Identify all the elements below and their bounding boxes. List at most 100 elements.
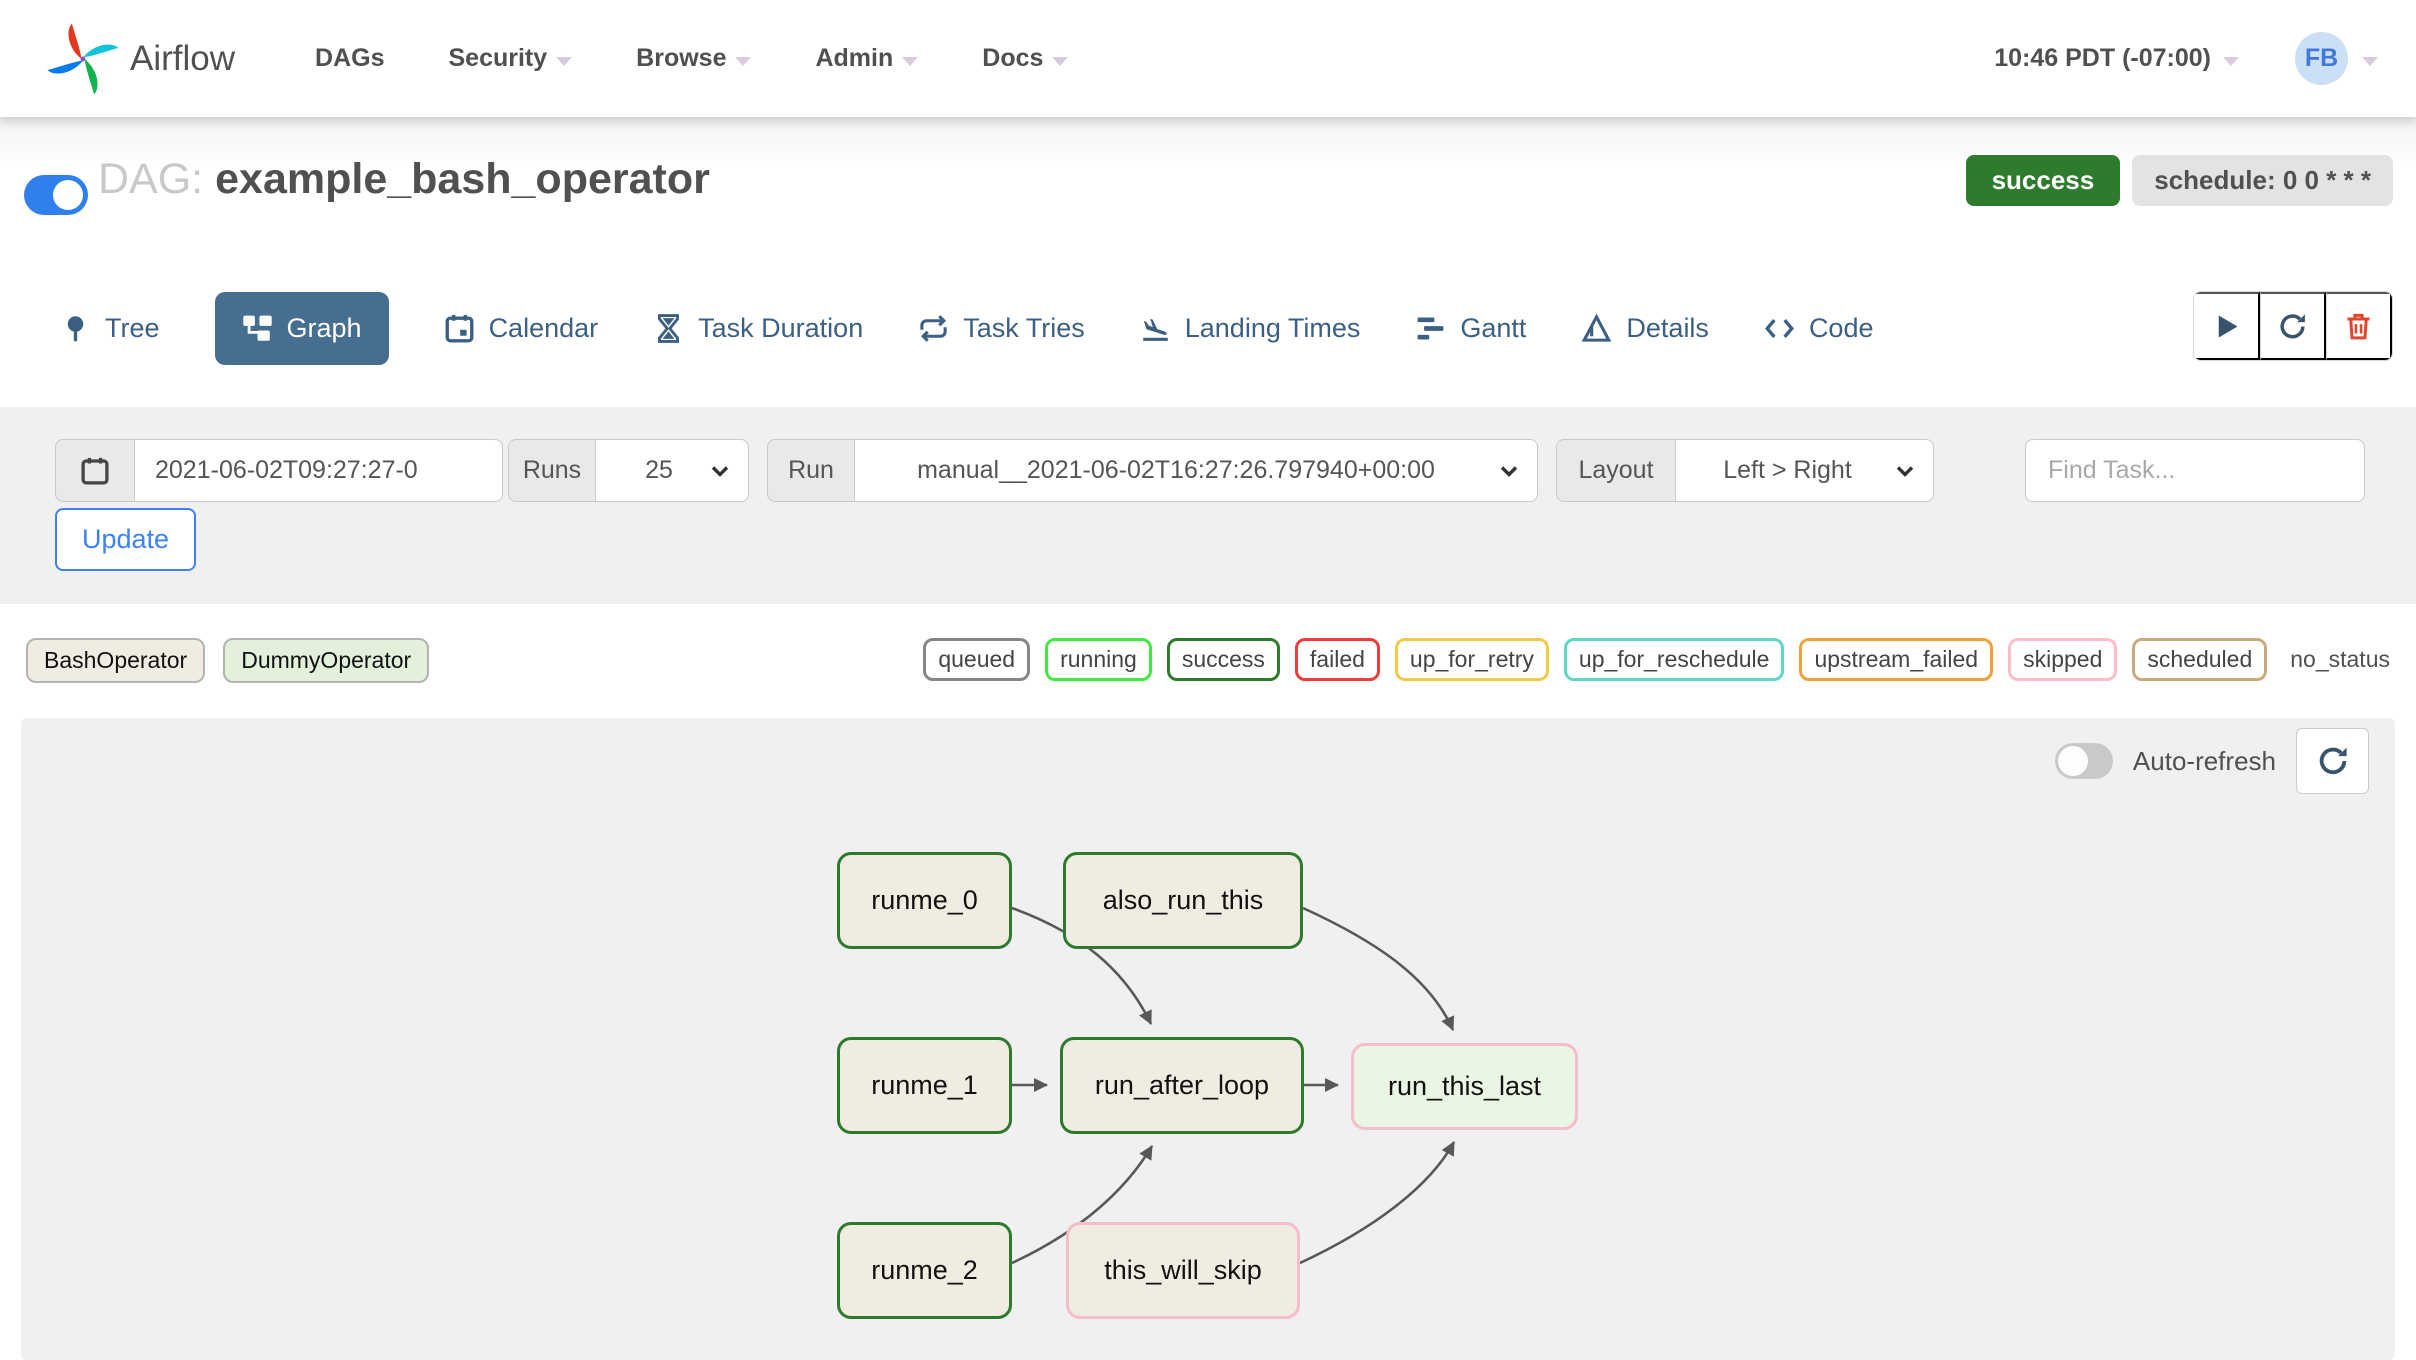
state-legend-up_for_retry[interactable]: up_for_retry: [1394, 638, 1549, 681]
top-navbar: Airflow DAGs Security Browse Admin Docs 10:4…: [0, 0, 2416, 117]
page-title: DAG: example_bash_operator: [98, 155, 710, 204]
task-node-runme_0[interactable]: runme_0: [837, 852, 1012, 949]
refresh-dag-button[interactable]: [2260, 292, 2326, 360]
filter-bar: Runs 25 Run manual__2021-06-02T16:27:26.…: [0, 407, 2416, 604]
tab-task-duration[interactable]: Task Duration: [653, 313, 863, 344]
layout-select[interactable]: Left > Right: [1676, 439, 1934, 502]
gantt-icon: [1415, 313, 1446, 344]
graph-icon: [242, 313, 273, 344]
tabs-row: Tree Graph Calendar Task Duration Task Tries…: [0, 280, 2416, 407]
state-legend-failed[interactable]: failed: [1294, 638, 1380, 681]
delete-dag-button[interactable]: [2326, 292, 2392, 360]
tab-label: Gantt: [1460, 313, 1527, 343]
task-node-also_run_this[interactable]: also_run_this: [1063, 852, 1303, 949]
details-icon: [1581, 313, 1612, 344]
layout-value: Left > Right: [1723, 456, 1852, 484]
graph-refresh-button[interactable]: [2296, 728, 2369, 794]
tab-details[interactable]: Details: [1581, 313, 1709, 344]
state-legend: queued running success failed up_for_retry up…: [923, 638, 2390, 681]
chevron-down-icon[interactable]: [2362, 56, 2378, 66]
task-node-run_after_loop[interactable]: run_after_loop: [1060, 1037, 1304, 1134]
runs-label: Runs: [508, 439, 596, 502]
clock-label: 10:46 PDT (-07:00): [1994, 44, 2211, 72]
nav-item-admin[interactable]: Admin: [815, 44, 919, 73]
nav-item-label: Admin: [815, 44, 894, 72]
task-node-runme_2[interactable]: runme_2: [837, 1222, 1012, 1319]
task-node-run_this_last[interactable]: run_this_last: [1351, 1043, 1578, 1130]
landing-icon: [1140, 313, 1171, 344]
base-date-group: [55, 439, 503, 502]
state-legend-running[interactable]: running: [1045, 638, 1152, 681]
repeat-icon: [918, 313, 949, 344]
nav-item-docs[interactable]: Docs: [982, 44, 1069, 73]
nav-item-browse[interactable]: Browse: [636, 44, 752, 73]
dag-pause-toggle[interactable]: [24, 175, 88, 215]
tab-code[interactable]: Code: [1764, 313, 1873, 344]
dag-header: DAG: example_bash_operator success schedu…: [0, 117, 2416, 280]
tab-label: Tree: [105, 313, 160, 343]
operator-legend-bashoperator[interactable]: BashOperator: [26, 638, 206, 683]
trigger-dag-button[interactable]: [2194, 292, 2260, 360]
tab-label: Task Tries: [963, 313, 1085, 343]
tab-label: Task Duration: [698, 313, 864, 343]
run-select[interactable]: manual__2021-06-02T16:27:26.797940+00:00: [855, 439, 1538, 502]
dag-graph-panel: Auto-refresh runme_0 also_run_this runme_1…: [21, 718, 2395, 1360]
state-legend-queued[interactable]: queued: [923, 638, 1031, 681]
airflow-brand[interactable]: Airflow: [46, 22, 235, 96]
nav-item-label: Browse: [636, 44, 727, 72]
nav-menu: DAGs Security Browse Admin Docs: [315, 44, 1069, 73]
tab-label: Landing Times: [1184, 313, 1361, 343]
legend-row: BashOperator DummyOperator queued running s…: [0, 604, 2416, 718]
state-legend-upstream_failed[interactable]: upstream_failed: [1799, 638, 1994, 681]
layout-group: Layout Left > Right: [1556, 439, 1934, 502]
run-value: manual__2021-06-02T16:27:26.797940+00:00: [917, 456, 1435, 484]
brand-name: Airflow: [130, 38, 236, 78]
view-tabs: Tree Graph Calendar Task Duration Task Tries…: [60, 292, 1873, 365]
avatar[interactable]: FB: [2295, 32, 2348, 85]
nav-item-security[interactable]: Security: [449, 44, 573, 73]
tab-calendar[interactable]: Calendar: [444, 313, 599, 344]
operator-legend: BashOperator DummyOperator: [26, 638, 430, 683]
task-node-this_will_skip[interactable]: this_will_skip: [1066, 1222, 1300, 1319]
code-icon: [1764, 313, 1795, 344]
layout-label: Layout: [1556, 439, 1676, 502]
base-date-input[interactable]: [135, 439, 503, 502]
state-legend-success[interactable]: success: [1166, 638, 1280, 681]
graph-controls: Auto-refresh: [2054, 728, 2369, 794]
airflow-pinwheel-icon: [46, 22, 120, 96]
operator-legend-dummyoperator[interactable]: DummyOperator: [223, 638, 430, 683]
state-legend-no-status: no_status: [2290, 646, 2390, 672]
runs-select[interactable]: 25: [596, 439, 749, 502]
auto-refresh-label: Auto-refresh: [2132, 745, 2276, 776]
nav-item-label: DAGs: [315, 44, 385, 72]
tab-label: Graph: [286, 313, 362, 343]
dag-name: example_bash_operator: [215, 155, 710, 203]
chevron-down-icon: [735, 56, 752, 66]
nav-item-dags[interactable]: DAGs: [315, 44, 384, 73]
edge-this_will_skip-to-run_this_last: [1299, 1141, 1456, 1265]
dag-action-group: [2193, 291, 2393, 361]
auto-refresh-toggle[interactable]: [2054, 743, 2113, 779]
datepicker-button[interactable]: [55, 439, 135, 502]
runs-value: 25: [645, 456, 673, 484]
runs-group: Runs 25: [508, 439, 749, 502]
status-badge[interactable]: success: [1965, 155, 2121, 206]
clock-dropdown[interactable]: 10:46 PDT (-07:00): [1994, 44, 2239, 73]
task-node-runme_1[interactable]: runme_1: [837, 1037, 1012, 1134]
update-button[interactable]: Update: [55, 508, 196, 571]
edge-also_run_this-to-run_this_last: [1302, 906, 1455, 1031]
tab-task-tries[interactable]: Task Tries: [918, 313, 1085, 344]
state-legend-up_for_reschedule[interactable]: up_for_reschedule: [1563, 638, 1785, 681]
find-task-input[interactable]: [2025, 439, 2365, 502]
schedule-badge[interactable]: schedule: 0 0 * * *: [2132, 155, 2393, 206]
chevron-down-icon: [1896, 465, 1914, 477]
tab-landing-times[interactable]: Landing Times: [1140, 313, 1361, 344]
chevron-down-icon: [1500, 465, 1518, 477]
state-legend-scheduled[interactable]: scheduled: [2132, 638, 2268, 681]
chevron-down-icon: [1052, 56, 1069, 66]
tab-label: Calendar: [488, 313, 599, 343]
tab-tree[interactable]: Tree: [60, 313, 160, 344]
tab-gantt[interactable]: Gantt: [1415, 313, 1526, 344]
state-legend-skipped[interactable]: skipped: [2008, 638, 2118, 681]
tab-graph[interactable]: Graph: [214, 292, 389, 365]
